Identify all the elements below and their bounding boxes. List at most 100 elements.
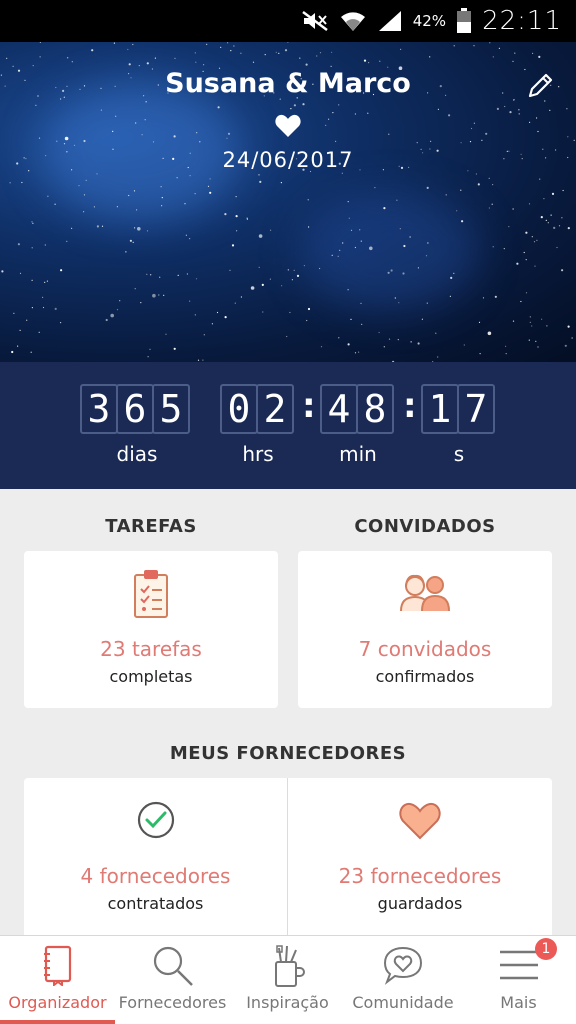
star — [360, 302, 362, 304]
star — [11, 350, 14, 354]
nav-label: Organizador — [8, 993, 107, 1012]
star — [113, 42, 115, 44]
star — [13, 312, 15, 314]
star — [26, 319, 28, 321]
clipboard-icon — [134, 570, 168, 618]
star — [479, 353, 481, 355]
star — [512, 320, 515, 322]
star — [437, 108, 439, 110]
star — [338, 104, 340, 106]
star — [116, 309, 119, 311]
star — [397, 339, 399, 341]
star — [83, 139, 86, 143]
star — [383, 207, 386, 210]
star — [258, 174, 260, 176]
wifi-icon — [339, 9, 367, 33]
star — [307, 199, 309, 201]
star — [409, 236, 411, 238]
star — [194, 52, 196, 54]
saved-suppliers[interactable]: 23 fornecedores guardados — [288, 778, 552, 935]
star — [154, 57, 156, 59]
tasks-card[interactable]: 23 tarefas completas — [24, 551, 278, 708]
countdown-digit: 0 — [220, 384, 258, 434]
star — [453, 272, 455, 274]
star — [158, 294, 160, 296]
star — [38, 137, 41, 139]
star — [44, 281, 46, 283]
star — [202, 359, 204, 361]
star — [445, 194, 447, 196]
star — [44, 244, 46, 246]
star — [400, 48, 402, 50]
star — [152, 141, 155, 143]
star — [278, 52, 280, 54]
star — [229, 269, 231, 271]
star — [163, 294, 165, 296]
star — [209, 178, 211, 180]
star — [39, 56, 41, 58]
star — [54, 203, 56, 205]
countdown-digit: 1 — [421, 384, 459, 434]
star — [374, 187, 376, 189]
nav-inspiracao[interactable]: Inspiração — [230, 936, 345, 1024]
star — [280, 182, 282, 184]
star — [558, 225, 561, 227]
star — [30, 351, 32, 353]
star — [42, 296, 44, 298]
nav-fornecedores[interactable]: Fornecedores — [115, 936, 230, 1024]
nav-comunidade[interactable]: Comunidade — [345, 936, 461, 1024]
star — [567, 227, 570, 230]
star — [359, 229, 361, 231]
notification-badge: 1 — [535, 938, 557, 960]
star — [410, 341, 412, 343]
star — [341, 172, 343, 174]
star — [306, 319, 308, 322]
star — [63, 143, 66, 145]
edit-pencil-icon[interactable] — [524, 70, 556, 102]
star — [307, 307, 311, 311]
notebook-icon — [43, 945, 71, 986]
star — [516, 262, 519, 265]
star — [240, 52, 242, 54]
star — [417, 267, 419, 269]
star — [525, 231, 528, 234]
star — [435, 332, 437, 334]
hired-suppliers[interactable]: 4 fornecedores contratados — [24, 778, 287, 935]
star — [140, 302, 142, 304]
star — [398, 302, 400, 304]
battery-icon — [456, 8, 472, 34]
star — [495, 295, 497, 298]
crafts-icon — [274, 945, 305, 987]
star — [78, 185, 80, 187]
star — [101, 225, 104, 227]
star — [388, 338, 391, 340]
star — [536, 239, 538, 241]
star — [189, 175, 191, 177]
star — [354, 113, 356, 115]
star — [66, 240, 68, 242]
star — [509, 111, 512, 114]
star — [224, 316, 227, 319]
star — [487, 331, 492, 336]
star — [426, 302, 428, 304]
nav-mais[interactable]: Mais — [461, 936, 576, 1024]
star — [38, 331, 40, 333]
star — [347, 201, 349, 203]
seconds-digits: 1 7 — [421, 384, 495, 434]
star — [227, 42, 229, 44]
star — [67, 57, 69, 59]
star — [128, 63, 131, 66]
star — [96, 225, 99, 228]
chat-heart-icon — [383, 946, 423, 985]
star — [477, 183, 480, 186]
guests-couple-icon — [400, 574, 450, 612]
star — [152, 293, 156, 298]
star — [543, 198, 545, 200]
star — [105, 318, 108, 322]
nav-organizador[interactable]: Organizador — [0, 936, 115, 1024]
star — [174, 57, 176, 59]
star — [460, 189, 462, 191]
colon-separator: : — [302, 386, 316, 426]
star — [296, 274, 300, 277]
guests-card[interactable]: 7 convidados confirmados — [298, 551, 552, 708]
